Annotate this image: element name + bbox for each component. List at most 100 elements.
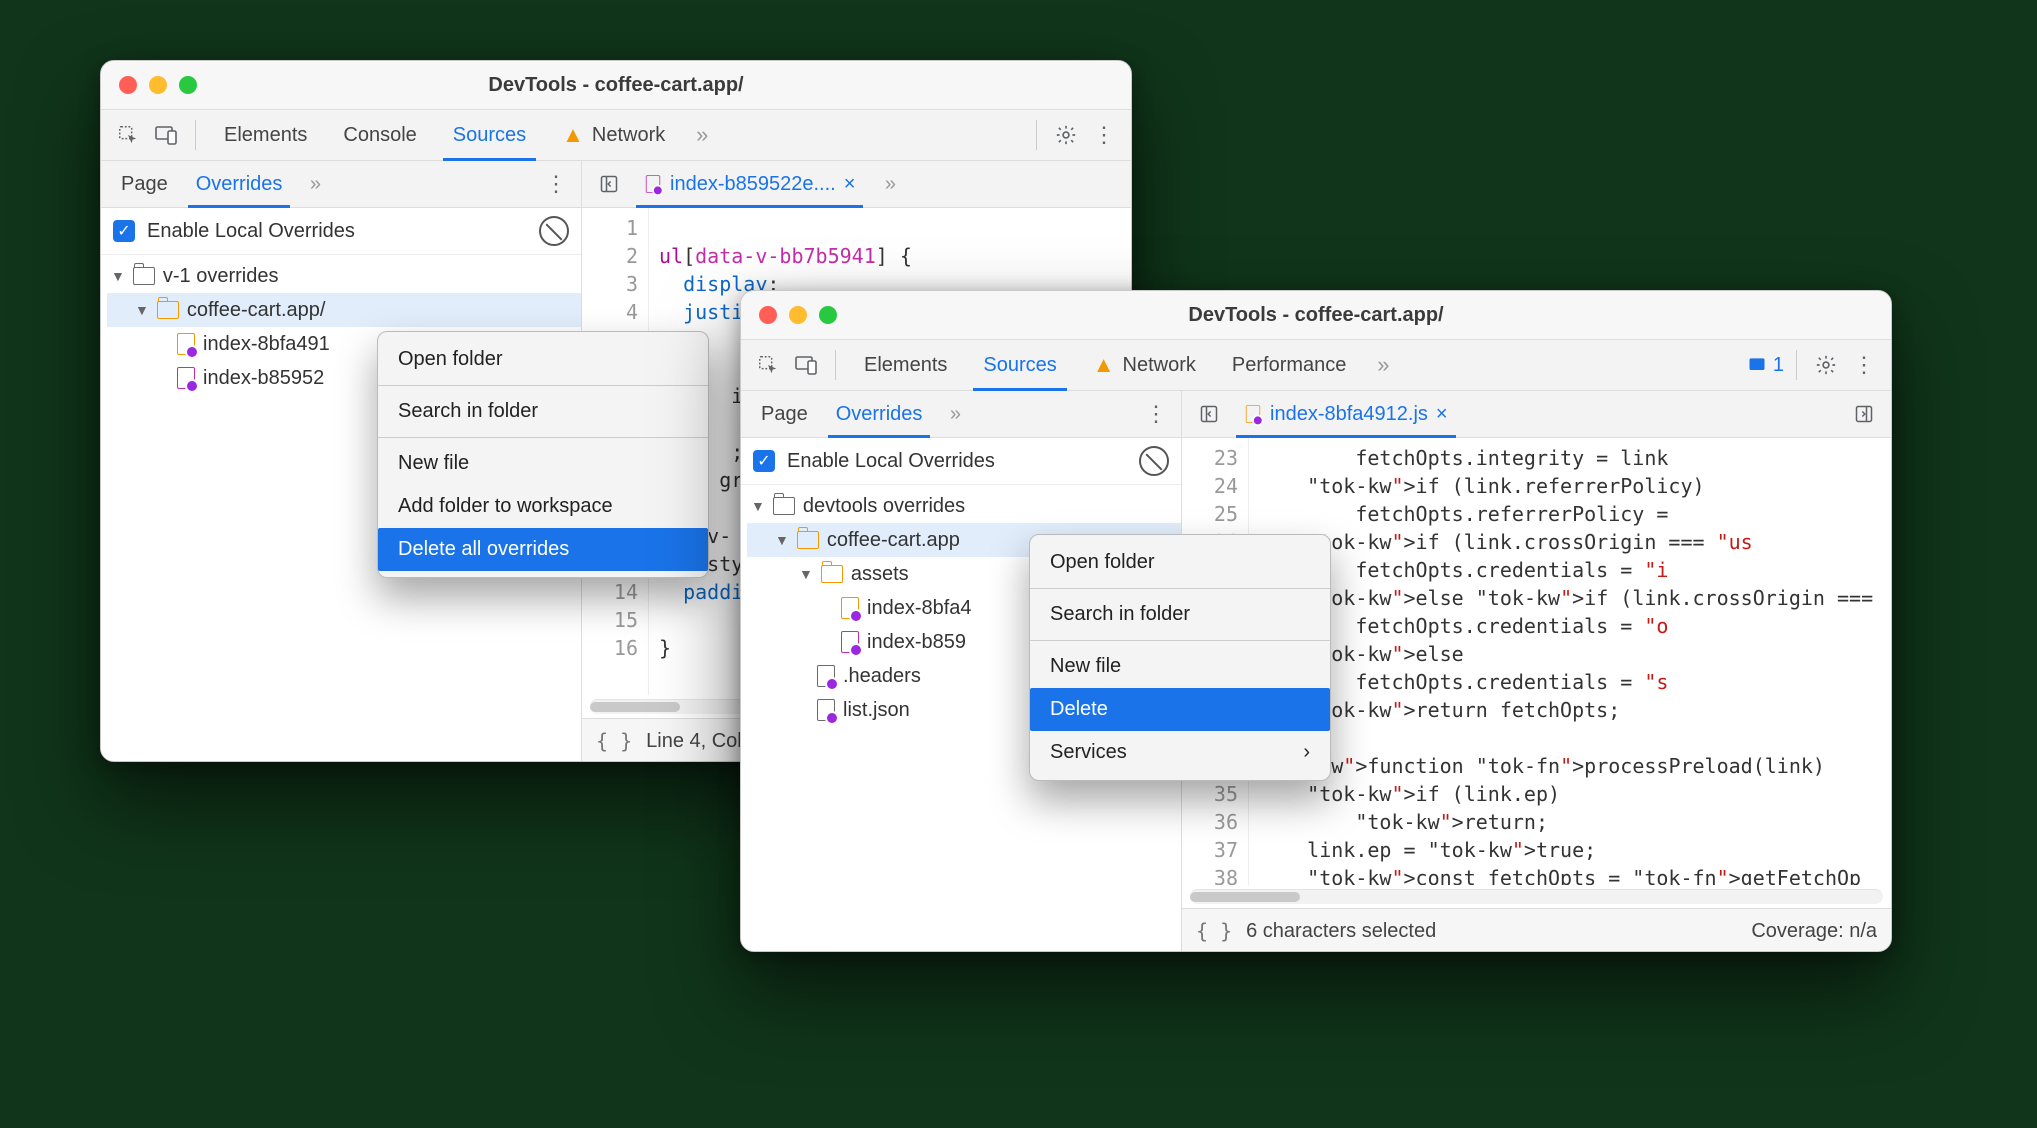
nav-tab-overrides[interactable]: Overrides: [824, 393, 935, 436]
ctx-search-folder[interactable]: Search in folder: [378, 390, 708, 433]
ctx-new-file[interactable]: New file: [1030, 645, 1330, 688]
window-title: DevTools - coffee-cart.app/: [101, 74, 1131, 97]
warning-icon: ▲: [1093, 352, 1115, 378]
clear-overrides-icon[interactable]: [1139, 446, 1169, 476]
override-dot-icon: [849, 609, 863, 623]
ctx-search-folder[interactable]: Search in folder: [1030, 593, 1330, 636]
zoom-window-button[interactable]: [819, 306, 837, 324]
open-tab[interactable]: index-b859522e.... ×: [636, 163, 863, 206]
ctx-open-folder[interactable]: Open folder: [378, 338, 708, 381]
device-toolbar-icon[interactable]: [789, 348, 823, 382]
tree-label: .headers: [843, 665, 921, 688]
divider: [1036, 120, 1037, 150]
nav-tab-page[interactable]: Page: [109, 163, 180, 206]
kebab-menu-icon[interactable]: ⋮: [1847, 348, 1881, 382]
status-bar: { } 6 characters selected Coverage: n/a: [1182, 908, 1891, 952]
open-file-tabs: index-b859522e.... × »: [582, 161, 1131, 208]
scrollbar-thumb[interactable]: [1190, 892, 1300, 902]
tree-label: list.json: [843, 699, 910, 722]
tab-elements[interactable]: Elements: [208, 112, 323, 159]
window-controls: [759, 306, 837, 324]
tab-performance[interactable]: Performance: [1216, 342, 1363, 389]
more-tabs-icon[interactable]: »: [1366, 348, 1400, 382]
expand-icon[interactable]: [111, 268, 125, 284]
inspect-element-icon[interactable]: [751, 348, 785, 382]
coverage-label: Coverage: n/a: [1751, 920, 1877, 943]
folder-icon: [821, 565, 843, 583]
enable-overrides-checkbox[interactable]: ✓: [753, 450, 775, 472]
expand-icon[interactable]: [799, 566, 813, 582]
folder-icon: [773, 497, 795, 515]
enable-overrides-checkbox[interactable]: ✓: [113, 220, 135, 242]
ctx-delete-all-overrides[interactable]: Delete all overrides: [378, 528, 708, 571]
close-window-button[interactable]: [119, 76, 137, 94]
more-tabs-icon[interactable]: »: [685, 118, 719, 152]
js-file-icon: [841, 597, 859, 619]
tab-console[interactable]: Console: [327, 112, 432, 159]
tree-label: coffee-cart.app: [827, 529, 960, 552]
kebab-menu-icon[interactable]: ⋮: [1139, 397, 1173, 431]
minimize-window-button[interactable]: [149, 76, 167, 94]
css-file-icon: [646, 175, 660, 193]
inspect-element-icon[interactable]: [111, 118, 145, 152]
file-icon: [817, 699, 835, 721]
override-dot-icon: [1252, 415, 1263, 426]
expand-icon[interactable]: [135, 302, 149, 318]
expand-icon[interactable]: [775, 532, 789, 548]
settings-icon[interactable]: [1049, 118, 1083, 152]
zoom-window-button[interactable]: [179, 76, 197, 94]
more-nav-tabs-icon[interactable]: »: [938, 397, 972, 431]
tree-root[interactable]: devtools overrides: [747, 489, 1181, 523]
close-tab-icon[interactable]: ×: [844, 173, 856, 196]
titlebar: DevTools - coffee-cart.app/: [741, 291, 1891, 340]
main-tab-strip: Elements Sources ▲ Network Performance »…: [741, 340, 1891, 391]
close-tab-icon[interactable]: ×: [1436, 403, 1448, 426]
ctx-delete[interactable]: Delete: [1030, 688, 1330, 731]
ctx-add-folder[interactable]: Add folder to workspace: [378, 485, 708, 528]
minimize-window-button[interactable]: [789, 306, 807, 324]
tree-folder-selected[interactable]: coffee-cart.app/: [107, 293, 581, 327]
device-toolbar-icon[interactable]: [149, 118, 183, 152]
tab-network[interactable]: ▲ Network: [546, 110, 681, 160]
code-content[interactable]: fetchOpts.integrity = link "tok-kw">if (…: [1249, 438, 1891, 885]
tree-label: index-b859: [867, 631, 966, 654]
open-tab[interactable]: index-8bfa4912.js ×: [1236, 393, 1456, 436]
ctx-open-folder[interactable]: Open folder: [1030, 541, 1330, 584]
main-tab-strip: Elements Console Sources ▲ Network » ⋮: [101, 110, 1131, 161]
context-menu: Open folder Search in folder New file Ad…: [377, 331, 709, 578]
tab-sources[interactable]: Sources: [967, 342, 1072, 389]
close-window-button[interactable]: [759, 306, 777, 324]
navigator-tabs: Page Overrides » ⋮: [741, 391, 1181, 438]
ctx-new-file[interactable]: New file: [378, 442, 708, 485]
open-file-tabs: index-8bfa4912.js ×: [1182, 391, 1891, 438]
tree-label: assets: [851, 563, 909, 586]
nav-tab-page[interactable]: Page: [749, 393, 820, 436]
horizontal-scrollbar[interactable]: [1190, 889, 1883, 904]
selection-label: 6 characters selected: [1246, 920, 1436, 943]
issues-count: 1: [1773, 354, 1784, 377]
tree-root[interactable]: v-1 overrides: [107, 259, 581, 293]
toggle-navigator-icon[interactable]: [1192, 397, 1226, 431]
tree-label: index-8bfa4: [867, 597, 972, 620]
kebab-menu-icon[interactable]: ⋮: [539, 167, 573, 201]
tab-sources[interactable]: Sources: [437, 112, 542, 159]
expand-icon[interactable]: [751, 498, 765, 514]
toggle-navigator-icon[interactable]: [592, 167, 626, 201]
clear-overrides-icon[interactable]: [539, 216, 569, 246]
css-file-icon: [177, 367, 195, 389]
toggle-debugger-icon[interactable]: [1847, 397, 1881, 431]
issues-button[interactable]: 1: [1747, 354, 1784, 377]
more-open-tabs-icon[interactable]: »: [873, 167, 907, 201]
nav-tab-overrides[interactable]: Overrides: [184, 163, 295, 206]
pretty-print-icon[interactable]: { }: [596, 729, 632, 753]
tab-network[interactable]: ▲ Network: [1077, 340, 1212, 390]
pretty-print-icon[interactable]: { }: [1196, 919, 1232, 943]
kebab-menu-icon[interactable]: ⋮: [1087, 118, 1121, 152]
divider: [195, 120, 196, 150]
tab-elements[interactable]: Elements: [848, 342, 963, 389]
tree-label: coffee-cart.app/: [187, 299, 326, 322]
scrollbar-thumb[interactable]: [590, 702, 680, 712]
settings-icon[interactable]: [1809, 348, 1843, 382]
more-nav-tabs-icon[interactable]: »: [298, 167, 332, 201]
ctx-services[interactable]: Services ›: [1030, 731, 1330, 774]
